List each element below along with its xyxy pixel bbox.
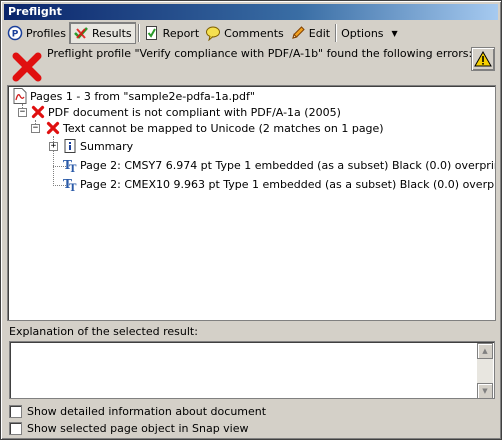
toolbar-separator <box>335 24 337 42</box>
chevron-down-icon: ▼ <box>391 28 398 38</box>
comments-tab[interactable]: Comments <box>202 22 287 44</box>
tree-node-error[interactable]: PDF document is not compliant with PDF/A… <box>30 104 341 120</box>
warning-button[interactable] <box>471 47 495 71</box>
profiles-icon: P <box>7 25 23 41</box>
tree-node-match[interactable]: TT Page 2: CMSY7 6.974 pt Type 1 embedde… <box>62 157 496 173</box>
tree-node-summary[interactable]: Summary <box>62 138 133 154</box>
title-bar: Preflight <box>4 4 498 20</box>
tree-node-label: Page 2: CMSY7 6.974 pt Type 1 embedded (… <box>80 158 496 172</box>
explanation-scrollbar[interactable]: ▲ ▼ <box>477 343 493 399</box>
results-label: Results <box>91 26 132 40</box>
tree-node-label: Pages 1 - 3 from "sample2e-pdfa-1a.pdf" <box>30 89 255 103</box>
detailed-info-label: Show detailed information about document <box>27 405 267 418</box>
warning-icon <box>474 51 492 67</box>
snap-view-label: Show selected page object in Snap view <box>27 422 249 435</box>
detailed-info-checkbox[interactable] <box>9 405 22 418</box>
preflight-window: Preflight P Profiles Results Report Comm… <box>0 0 502 440</box>
tree-node-match[interactable]: TT Page 2: CMEX10 9.963 pt Type 1 embedd… <box>62 176 496 192</box>
error-icon <box>30 104 46 120</box>
svg-text:P: P <box>12 30 19 40</box>
toolbar: P Profiles Results Report Comments Edit … <box>4 22 498 44</box>
window-title: Preflight <box>8 5 62 18</box>
tree-expand-toggle[interactable]: + <box>49 142 58 151</box>
tree-node-label: Page 2: CMEX10 9.963 pt Type 1 embedded … <box>80 177 496 191</box>
results-tab[interactable]: Results <box>68 22 136 44</box>
scroll-down-button[interactable]: ▼ <box>477 383 493 399</box>
error-icon <box>12 52 42 82</box>
pencil-icon <box>290 25 306 41</box>
snap-view-checkbox[interactable] <box>9 422 22 435</box>
comments-icon <box>205 25 221 41</box>
profiles-label: Profiles <box>26 26 66 40</box>
options-menu[interactable]: Options ▼ <box>338 22 401 44</box>
report-label: Report <box>162 26 200 40</box>
report-icon <box>144 25 160 41</box>
comments-label: Comments <box>224 26 284 40</box>
result-header: Preflight profile "Verify compliance wit… <box>7 47 497 83</box>
results-tree[interactable]: Pages 1 - 3 from "sample2e-pdfa-1a.pdf" … <box>7 85 496 321</box>
profiles-tab[interactable]: P Profiles <box>4 22 69 44</box>
svg-text:T: T <box>69 164 77 173</box>
font-icon: TT <box>62 157 78 173</box>
tree-collapse-toggle[interactable]: − <box>18 108 27 117</box>
font-icon: TT <box>62 176 78 192</box>
result-message: Preflight profile "Verify compliance wit… <box>47 47 473 60</box>
tree-node-error[interactable]: Text cannot be mapped to Unicode (2 matc… <box>45 120 384 136</box>
info-icon <box>62 138 78 154</box>
tree-node-label: Text cannot be mapped to Unicode (2 matc… <box>63 121 384 135</box>
pdf-file-icon <box>12 88 28 104</box>
error-icon <box>45 120 61 136</box>
results-icon <box>73 25 89 41</box>
explanation-label: Explanation of the selected result: <box>9 325 198 338</box>
explanation-textbox[interactable]: ▲ ▼ <box>9 341 495 399</box>
edit-tab[interactable]: Edit <box>287 22 333 44</box>
report-tab[interactable]: Report <box>141 22 202 44</box>
svg-text:T: T <box>69 183 77 192</box>
tree-collapse-toggle[interactable]: − <box>31 124 40 133</box>
toolbar-separator <box>137 24 139 42</box>
options-label: Options <box>341 26 384 40</box>
detailed-info-option[interactable]: Show detailed information about document <box>9 405 266 418</box>
edit-label: Edit <box>308 26 331 40</box>
tree-node-document[interactable]: Pages 1 - 3 from "sample2e-pdfa-1a.pdf" <box>12 88 255 104</box>
scroll-up-button[interactable]: ▲ <box>477 343 493 359</box>
tree-node-label: Summary <box>80 139 134 153</box>
snap-view-option[interactable]: Show selected page object in Snap view <box>9 422 249 435</box>
tree-node-label: PDF document is not compliant with PDF/A… <box>48 105 341 119</box>
